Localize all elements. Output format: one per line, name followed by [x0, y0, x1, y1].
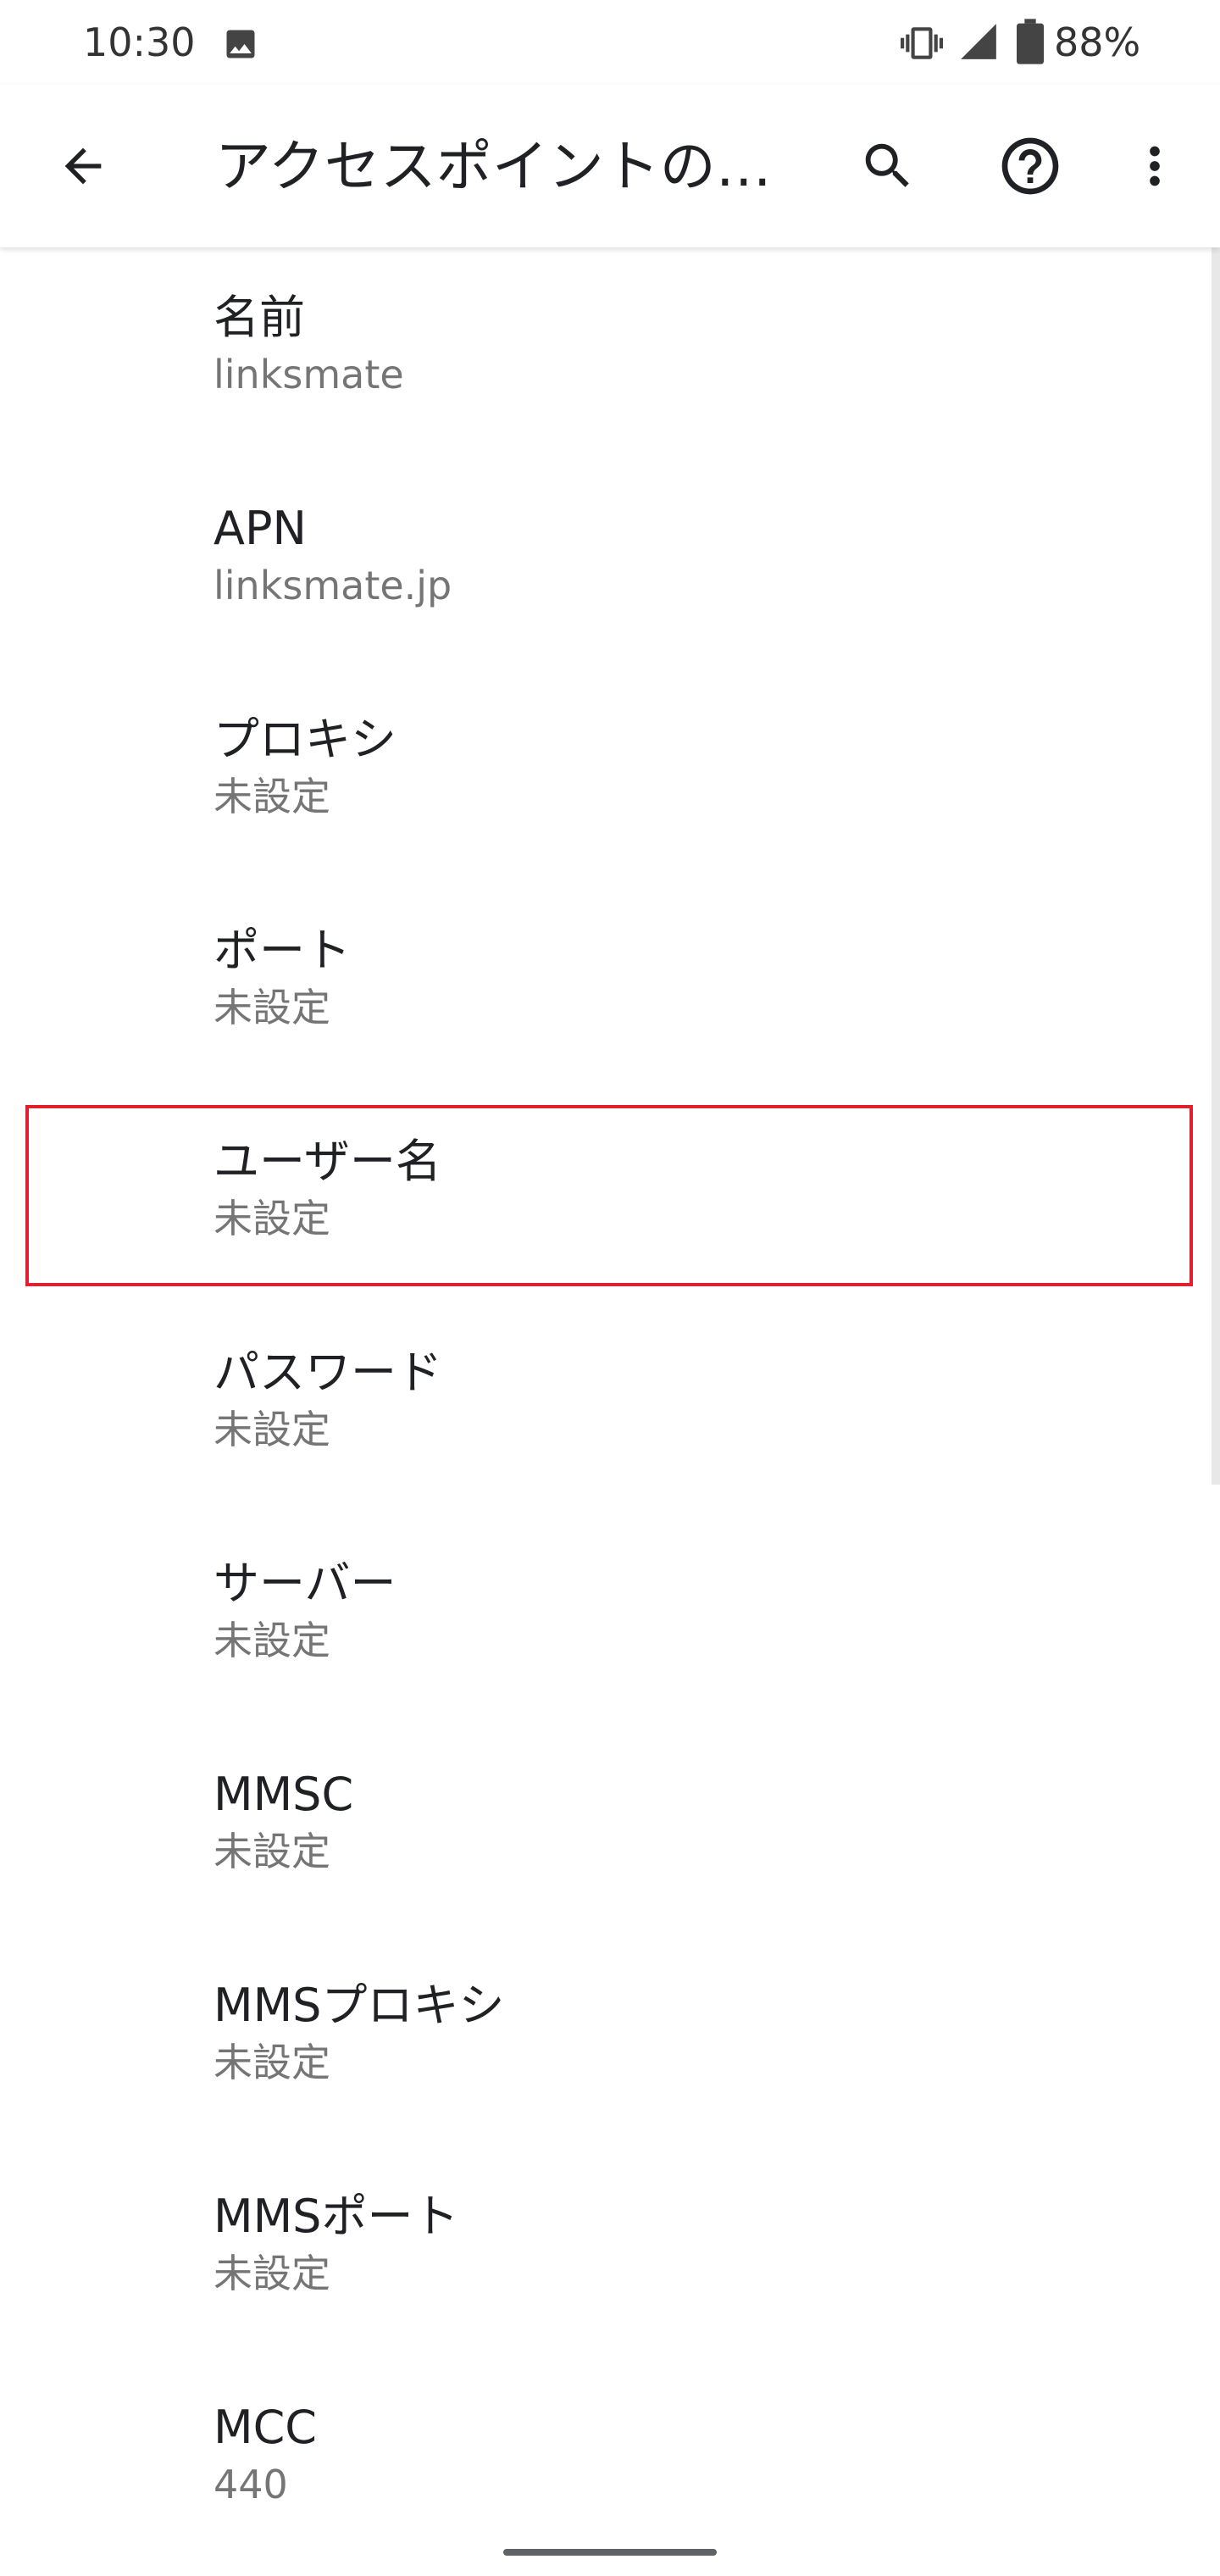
back-arrow-icon — [56, 139, 110, 197]
more-options-button[interactable] — [1117, 125, 1193, 210]
setting-summary: 未設定 — [214, 1618, 330, 1663]
setting-summary: 未設定 — [214, 1829, 330, 1874]
setting-summary: 未設定 — [214, 774, 330, 819]
screen: 10:30 88% アクセスポイントの… 名前 linksmate APN li… — [0, 0, 1220, 2576]
setting-summary: 440 — [214, 2462, 288, 2507]
scrollbar[interactable] — [1212, 247, 1220, 1485]
setting-title: プロキシ — [214, 713, 396, 766]
setting-title: MMSプロキシ — [214, 1979, 505, 2032]
apn-settings-list: 名前 linksmate APN linksmate.jp プロキシ 未設定 ポ… — [0, 247, 1220, 2568]
status-time: 10:30 — [83, 19, 196, 65]
setting-title: 名前 — [214, 291, 305, 344]
gallery-icon — [222, 25, 259, 63]
setting-title: MCC — [214, 2401, 318, 2454]
setting-summary: 未設定 — [214, 2040, 330, 2085]
setting-title: サーバー — [214, 1557, 396, 1610]
setting-title: ポート — [214, 924, 351, 977]
setting-server[interactable]: サーバー 未設定 — [0, 1513, 1220, 1724]
setting-port[interactable]: ポート 未設定 — [0, 880, 1220, 1091]
setting-username[interactable]: ユーザー名 未設定 — [0, 1091, 1220, 1302]
app-bar: アクセスポイントの… — [0, 85, 1220, 247]
setting-mms-proxy[interactable]: MMSプロキシ 未設定 — [0, 1935, 1220, 2146]
setting-apn[interactable]: APN linksmate.jp — [0, 458, 1220, 669]
setting-mms-port[interactable]: MMSポート 未設定 — [0, 2146, 1220, 2357]
setting-mcc[interactable]: MCC 440 — [0, 2357, 1220, 2568]
setting-title: パスワード — [214, 1346, 442, 1399]
setting-summary: linksmate — [214, 352, 404, 397]
setting-summary: 未設定 — [214, 985, 330, 1030]
search-icon — [858, 136, 918, 199]
search-button[interactable] — [846, 125, 930, 210]
vibrate-icon — [898, 22, 946, 64]
gesture-nav-bar[interactable] — [503, 2549, 717, 2556]
setting-summary: 未設定 — [214, 2251, 330, 2296]
more-vert-icon — [1125, 136, 1184, 199]
help-button[interactable] — [988, 125, 1073, 210]
setting-name[interactable]: 名前 linksmate — [0, 247, 1220, 458]
setting-summary: 未設定 — [214, 1407, 330, 1452]
setting-mmsc[interactable]: MMSC 未設定 — [0, 1724, 1220, 1935]
setting-summary: 未設定 — [214, 1196, 330, 1241]
battery-icon — [1017, 19, 1044, 64]
setting-password[interactable]: パスワード 未設定 — [0, 1302, 1220, 1513]
battery-percentage: 88% — [1054, 19, 1141, 65]
setting-title: MMSポート — [214, 2190, 459, 2243]
setting-title: MMSC — [214, 1768, 354, 1821]
setting-title: APN — [214, 502, 307, 555]
help-icon — [996, 132, 1064, 203]
signal-icon — [957, 20, 1000, 63]
setting-summary: linksmate.jp — [214, 563, 452, 608]
back-button[interactable] — [42, 127, 124, 208]
setting-title: ユーザー名 — [214, 1135, 441, 1188]
page-title: アクセスポイントの… — [215, 134, 772, 199]
setting-proxy[interactable]: プロキシ 未設定 — [0, 669, 1220, 880]
status-bar: 10:30 88% — [0, 0, 1220, 85]
